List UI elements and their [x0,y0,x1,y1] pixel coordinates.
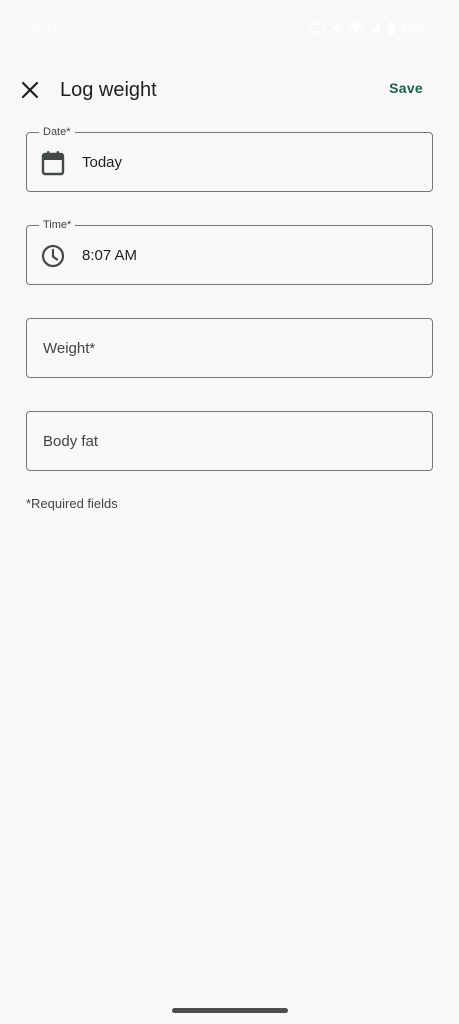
home-indicator[interactable] [172,1008,288,1013]
time-field-value: 8:07 AM [82,247,138,264]
status-time: 8:07 [32,20,59,36]
status-icons: 96% [309,21,425,35]
time-field[interactable]: Time* 8:07 AM [26,218,433,285]
clock-icon [40,243,66,269]
wifi-icon [349,22,363,34]
app-bar: Log weight Save [0,66,459,114]
weight-field-placeholder: Weight* [43,340,96,357]
nfc-icon [309,22,325,34]
battery-percent: 96% [400,21,425,35]
body-fat-field[interactable]: Body fat [26,411,433,471]
time-field-label: Time* [39,218,76,232]
status-bar: 8:07 96% [0,0,459,56]
close-icon [21,81,39,99]
required-fields-note: *Required fields [26,496,118,511]
date-field-value: Today [82,154,123,171]
save-button[interactable]: Save [389,80,423,96]
date-field-label: Date* [39,125,75,139]
page-title: Log weight [60,79,157,101]
body-fat-field-placeholder: Body fat [43,433,99,450]
weight-field[interactable]: Weight* [26,318,433,378]
calendar-icon [40,150,66,176]
close-button[interactable] [14,74,46,106]
date-field[interactable]: Date* Today [26,125,433,192]
signal-icon [369,22,381,34]
battery-icon [387,21,395,35]
mute-icon [331,22,343,34]
